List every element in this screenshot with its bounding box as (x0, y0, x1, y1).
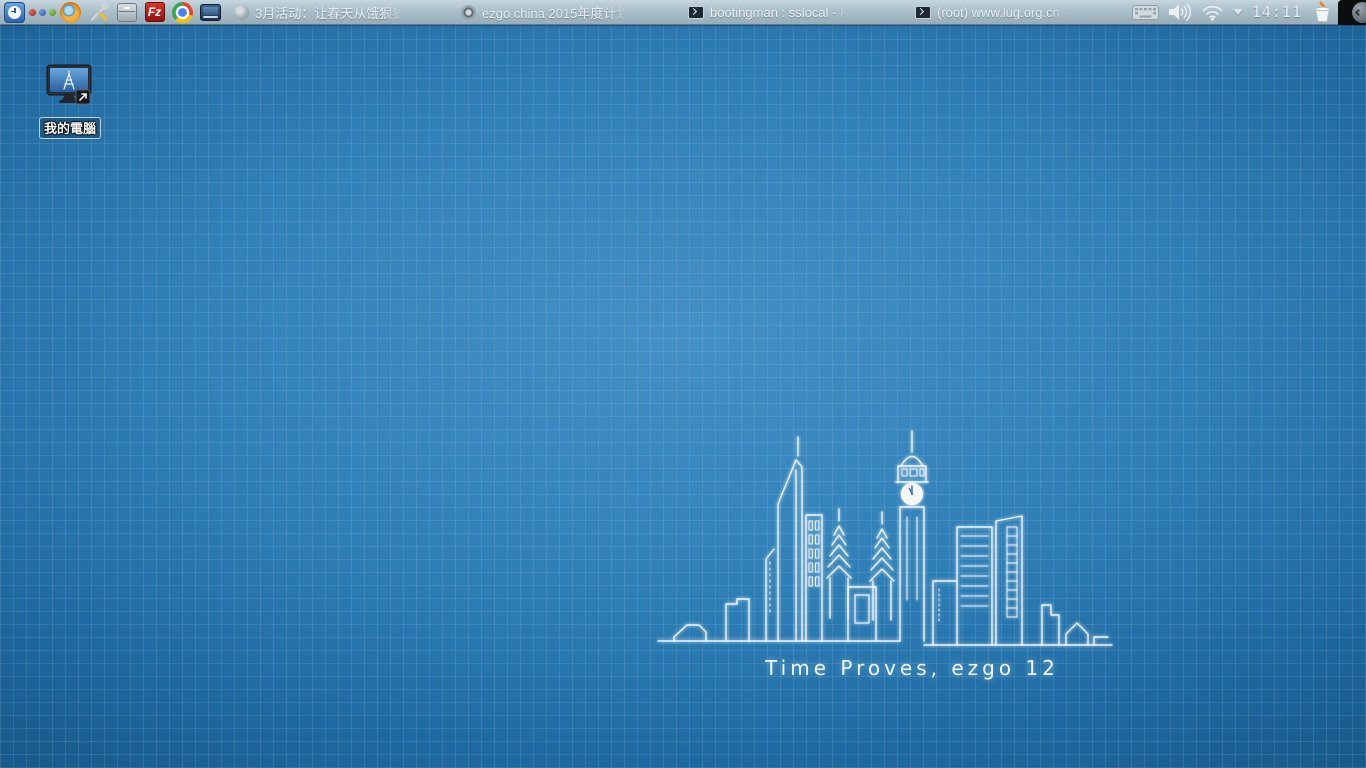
system-tray: 14:11 (1124, 0, 1338, 25)
window-button-terminal-1[interactable]: bootingman : sslocal - K (682, 1, 909, 24)
shortcut-arrow-icon (76, 90, 90, 104)
window-title: 3月活动：让春天从饿狠狠 (255, 3, 405, 22)
tray-clock[interactable]: 14:11 (1252, 3, 1302, 21)
window-button-firefox[interactable]: 3月活动：让春天从饿狠狠 (228, 1, 455, 24)
file-cabinet-icon (117, 3, 137, 22)
file-manager-launcher[interactable] (115, 1, 138, 24)
monitor-icon (200, 4, 221, 21)
wifi-icon[interactable] (1201, 3, 1224, 21)
terminal-icon (915, 6, 931, 19)
window-title: ezgo china 2015年度计划 (482, 3, 629, 22)
workspace-dots-button[interactable] (31, 1, 54, 24)
window-button-chrome[interactable]: ezgo china 2015年度计划 (455, 1, 682, 24)
window-title: (root) www.lug.org.cn - (937, 5, 1068, 20)
firefox-gray-icon (234, 5, 249, 20)
app-menu-button[interactable] (3, 1, 26, 24)
clock-menu-icon (4, 2, 25, 23)
collapse-arrow-icon (1352, 2, 1366, 23)
panel-collapse-button[interactable] (1338, 0, 1366, 25)
window-list: 3月活动：让春天从饿狠狠 ezgo china 2015年度计划 booting… (228, 0, 1124, 25)
my-computer-label: 我的電腦 (39, 117, 101, 139)
display-launcher[interactable] (199, 1, 222, 24)
filezilla-launcher[interactable]: Fz (143, 1, 166, 24)
chevron-down-icon[interactable] (1233, 9, 1243, 15)
crossed-tools-icon (88, 2, 109, 23)
system-tools-launcher[interactable] (87, 1, 110, 24)
notes-icon[interactable] (1311, 1, 1334, 24)
firefox-launcher[interactable] (59, 1, 82, 24)
three-dots-icon (29, 9, 56, 16)
filezilla-icon: Fz (145, 2, 165, 22)
monitor-glyph (44, 64, 96, 108)
my-computer-shortcut[interactable]: 我的電腦 (26, 64, 114, 139)
volume-icon[interactable] (1168, 1, 1192, 23)
chrome-launcher[interactable] (171, 1, 194, 24)
window-button-terminal-2[interactable]: (root) www.lug.org.cn - (909, 1, 1124, 24)
desktop: Time Proves, ezgo 12 我的電腦 (0, 0, 1366, 768)
skyline-caption: Time Proves, ezgo 12 (757, 656, 1067, 680)
keyboard-icon[interactable] (1132, 5, 1159, 20)
chrome-gray-icon (461, 5, 476, 20)
launcher-area: Fz (0, 1, 228, 24)
chrome-icon (172, 2, 193, 23)
top-panel: Fz 3月活动：让春天从饿狠狠 ezgo china 2015年度计划 boot… (0, 0, 1366, 25)
firefox-icon (60, 2, 81, 23)
window-title: bootingman : sslocal - K (710, 5, 849, 20)
terminal-icon (688, 6, 704, 19)
wallpaper-skyline (655, 425, 1120, 660)
